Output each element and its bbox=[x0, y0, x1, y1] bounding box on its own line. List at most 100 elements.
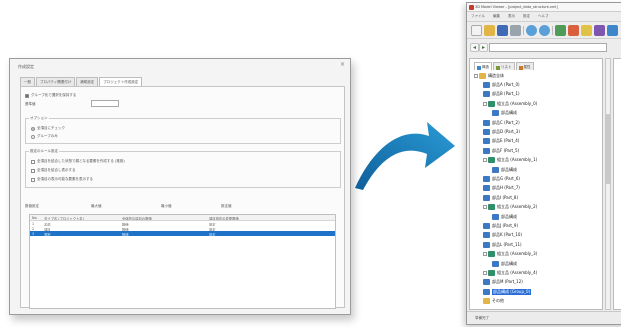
tab-property[interactable]: プロパティ関連付け bbox=[36, 77, 76, 86]
tree-node[interactable]: 部品構成 bbox=[492, 110, 517, 117]
forward-icon[interactable]: ▸ bbox=[479, 43, 488, 52]
back-icon[interactable]: ◂ bbox=[470, 43, 479, 52]
rule-b-row[interactable]: 全項目を結合し表示する bbox=[31, 168, 76, 173]
tree-node[interactable]: その他 bbox=[483, 298, 504, 305]
options-group-label: オプション bbox=[29, 116, 49, 121]
expand-toggle-icon[interactable] bbox=[483, 101, 487, 106]
rule-b-checkbox[interactable] bbox=[31, 168, 35, 173]
menu-file[interactable]: ファイル bbox=[471, 12, 485, 20]
tab-general[interactable]: 一般 bbox=[20, 77, 35, 86]
part-icon bbox=[483, 138, 490, 145]
tree-node[interactable]: 組立品 (Assembly_1) bbox=[483, 157, 537, 164]
radio-group[interactable] bbox=[31, 134, 35, 139]
expand-toggle-icon[interactable] bbox=[483, 158, 487, 163]
new-file-icon[interactable] bbox=[471, 25, 482, 36]
tree-node[interactable]: 部品F (Part_5) bbox=[483, 147, 519, 154]
rule-a-checkbox[interactable] bbox=[31, 159, 35, 164]
expand-toggle-icon[interactable] bbox=[483, 205, 487, 210]
tree-tab-list[interactable]: リスト bbox=[493, 62, 515, 70]
tree-node[interactable]: 部品H (Part_7) bbox=[483, 185, 520, 192]
tree-node[interactable]: 部品J (Part_9) bbox=[483, 222, 518, 229]
part-icon bbox=[483, 222, 490, 229]
tool-icon[interactable] bbox=[568, 25, 579, 36]
tree-node[interactable]: 部品K (Part_10) bbox=[483, 232, 522, 239]
highlight-icon[interactable] bbox=[581, 25, 592, 36]
col-header[interactable]: 項目設定の変更数値 bbox=[207, 215, 335, 220]
close-icon[interactable]: × bbox=[340, 62, 345, 68]
tree-node[interactable]: 組立品 (Assembly_2) bbox=[483, 204, 537, 211]
radio-group-row[interactable]: グループのみ bbox=[31, 134, 58, 139]
save-icon[interactable] bbox=[497, 25, 508, 36]
menu-settings[interactable]: 設定 bbox=[523, 12, 530, 20]
menu-edit[interactable]: 編集 bbox=[493, 12, 500, 20]
print-icon[interactable] bbox=[510, 25, 521, 36]
open-folder-icon[interactable] bbox=[484, 25, 495, 36]
detail-pane bbox=[613, 58, 621, 310]
tree-node[interactable]: 組立品 (Assembly_3) bbox=[483, 251, 537, 258]
tree-node[interactable]: 組立品 (Assembly_4) bbox=[483, 269, 537, 276]
rule-c-checkbox[interactable] bbox=[31, 177, 35, 182]
menu-help[interactable]: ヘルプ bbox=[538, 12, 549, 20]
table-row-selected[interactable]: 3 選択 数値 設定 bbox=[30, 231, 335, 236]
tree-node[interactable]: 構造全体 bbox=[474, 72, 504, 79]
tree-node[interactable]: 組立品 (Assembly_0) bbox=[483, 100, 537, 107]
tree-tabs: 構造 リスト 属性 bbox=[474, 62, 535, 70]
expand-toggle-icon[interactable] bbox=[474, 73, 478, 78]
path-field[interactable] bbox=[489, 43, 607, 52]
col-header[interactable]: 全体的な項目の数値 bbox=[120, 215, 207, 220]
keep-selection-checkbox[interactable] bbox=[25, 93, 29, 98]
expand-toggle-icon[interactable] bbox=[483, 252, 487, 257]
col-header[interactable]: タイプ名 (プロジェクト名) bbox=[42, 215, 120, 220]
tab-aux[interactable]: 補助設定 bbox=[76, 77, 99, 86]
tree-tab-attributes[interactable]: 属性 bbox=[515, 62, 534, 70]
col-header[interactable]: No. bbox=[30, 215, 42, 220]
tree-node[interactable]: 部品構成 bbox=[492, 260, 517, 267]
rule-c-row[interactable]: 全項目の表示可能な要素を表示する bbox=[31, 177, 93, 182]
redo-icon[interactable] bbox=[539, 25, 550, 36]
tree-tab-structure[interactable]: 構造 bbox=[474, 62, 492, 70]
folder-icon bbox=[483, 298, 490, 305]
layer-icon[interactable] bbox=[607, 25, 618, 36]
radio-all[interactable] bbox=[31, 126, 35, 131]
tree-node-selected[interactable]: 部品構成 (Group_0) bbox=[483, 288, 532, 295]
scrollbar-thumb[interactable] bbox=[606, 114, 610, 184]
tree-node[interactable]: 部品構成 bbox=[492, 213, 517, 220]
radio-all-row[interactable]: 全項目にチェック bbox=[31, 126, 65, 131]
tree-node[interactable]: 部品E (Part_4) bbox=[483, 138, 519, 145]
toolbar-separator bbox=[552, 26, 553, 35]
keep-selection-row[interactable]: グループ化で選択を保持する bbox=[25, 93, 76, 98]
status-text: 準備完了 bbox=[475, 316, 489, 320]
items-table[interactable]: No. タイプ名 (プロジェクト名) 全体的な項目の数値 項目設定の変更数値 1… bbox=[29, 214, 336, 309]
tree-node[interactable]: 部品G (Part_6) bbox=[483, 175, 520, 182]
dialog-title: 作成設定 bbox=[18, 64, 34, 69]
tab-project[interactable]: プロジェクト作成設定 bbox=[99, 77, 143, 86]
tree-node[interactable]: 部品C (Part_2) bbox=[483, 119, 520, 126]
structure-icon bbox=[477, 65, 481, 70]
tree-node[interactable]: 部品L (Part_11) bbox=[483, 241, 522, 248]
rule-a-row[interactable]: 全項目を結合した状態で親となる要素を作成する (推奨) bbox=[31, 159, 125, 164]
model-icon[interactable] bbox=[555, 25, 566, 36]
tree-node-label: 部品L (Part_11) bbox=[492, 241, 522, 247]
tree-node[interactable]: 部品D (Part_3) bbox=[483, 128, 520, 135]
summary-label-4: 設定値 bbox=[221, 204, 232, 208]
tree-node[interactable]: 部品M (Part_12) bbox=[483, 279, 523, 286]
toolbar-separator bbox=[523, 26, 524, 35]
tree-node[interactable]: 部品構成 bbox=[492, 166, 517, 173]
vertical-scrollbar[interactable] bbox=[605, 58, 611, 310]
property-icon[interactable] bbox=[594, 25, 605, 36]
tree-node-label: 組立品 (Assembly_0) bbox=[497, 100, 538, 106]
expand-toggle-icon[interactable] bbox=[483, 270, 487, 275]
settings-dialog: 作成設定 × 一般 プロパティ関連付け 補助設定 プロジェクト作成設定 グループ… bbox=[9, 58, 351, 315]
undo-icon[interactable] bbox=[526, 25, 537, 36]
tree-node[interactable]: 部品B (Part_1) bbox=[483, 91, 520, 98]
tree-node-label: 部品構成 bbox=[501, 110, 517, 116]
tree-node[interactable]: 部品A (Part_0) bbox=[483, 81, 520, 88]
tree-node[interactable]: 部品I (Part_8) bbox=[483, 194, 518, 201]
keep-selection-label: グループ化で選択を保持する bbox=[31, 93, 77, 97]
app-window: 3D Model Viewer - [project_data_structur… bbox=[466, 2, 621, 325]
part-icon bbox=[492, 110, 499, 117]
options-group: オプション 全項目にチェック グループのみ bbox=[25, 116, 341, 144]
tree-node-label: 部品D (Part_3) bbox=[492, 128, 520, 134]
menu-view[interactable]: 表示 bbox=[508, 12, 515, 20]
base-value-input[interactable] bbox=[91, 100, 119, 107]
